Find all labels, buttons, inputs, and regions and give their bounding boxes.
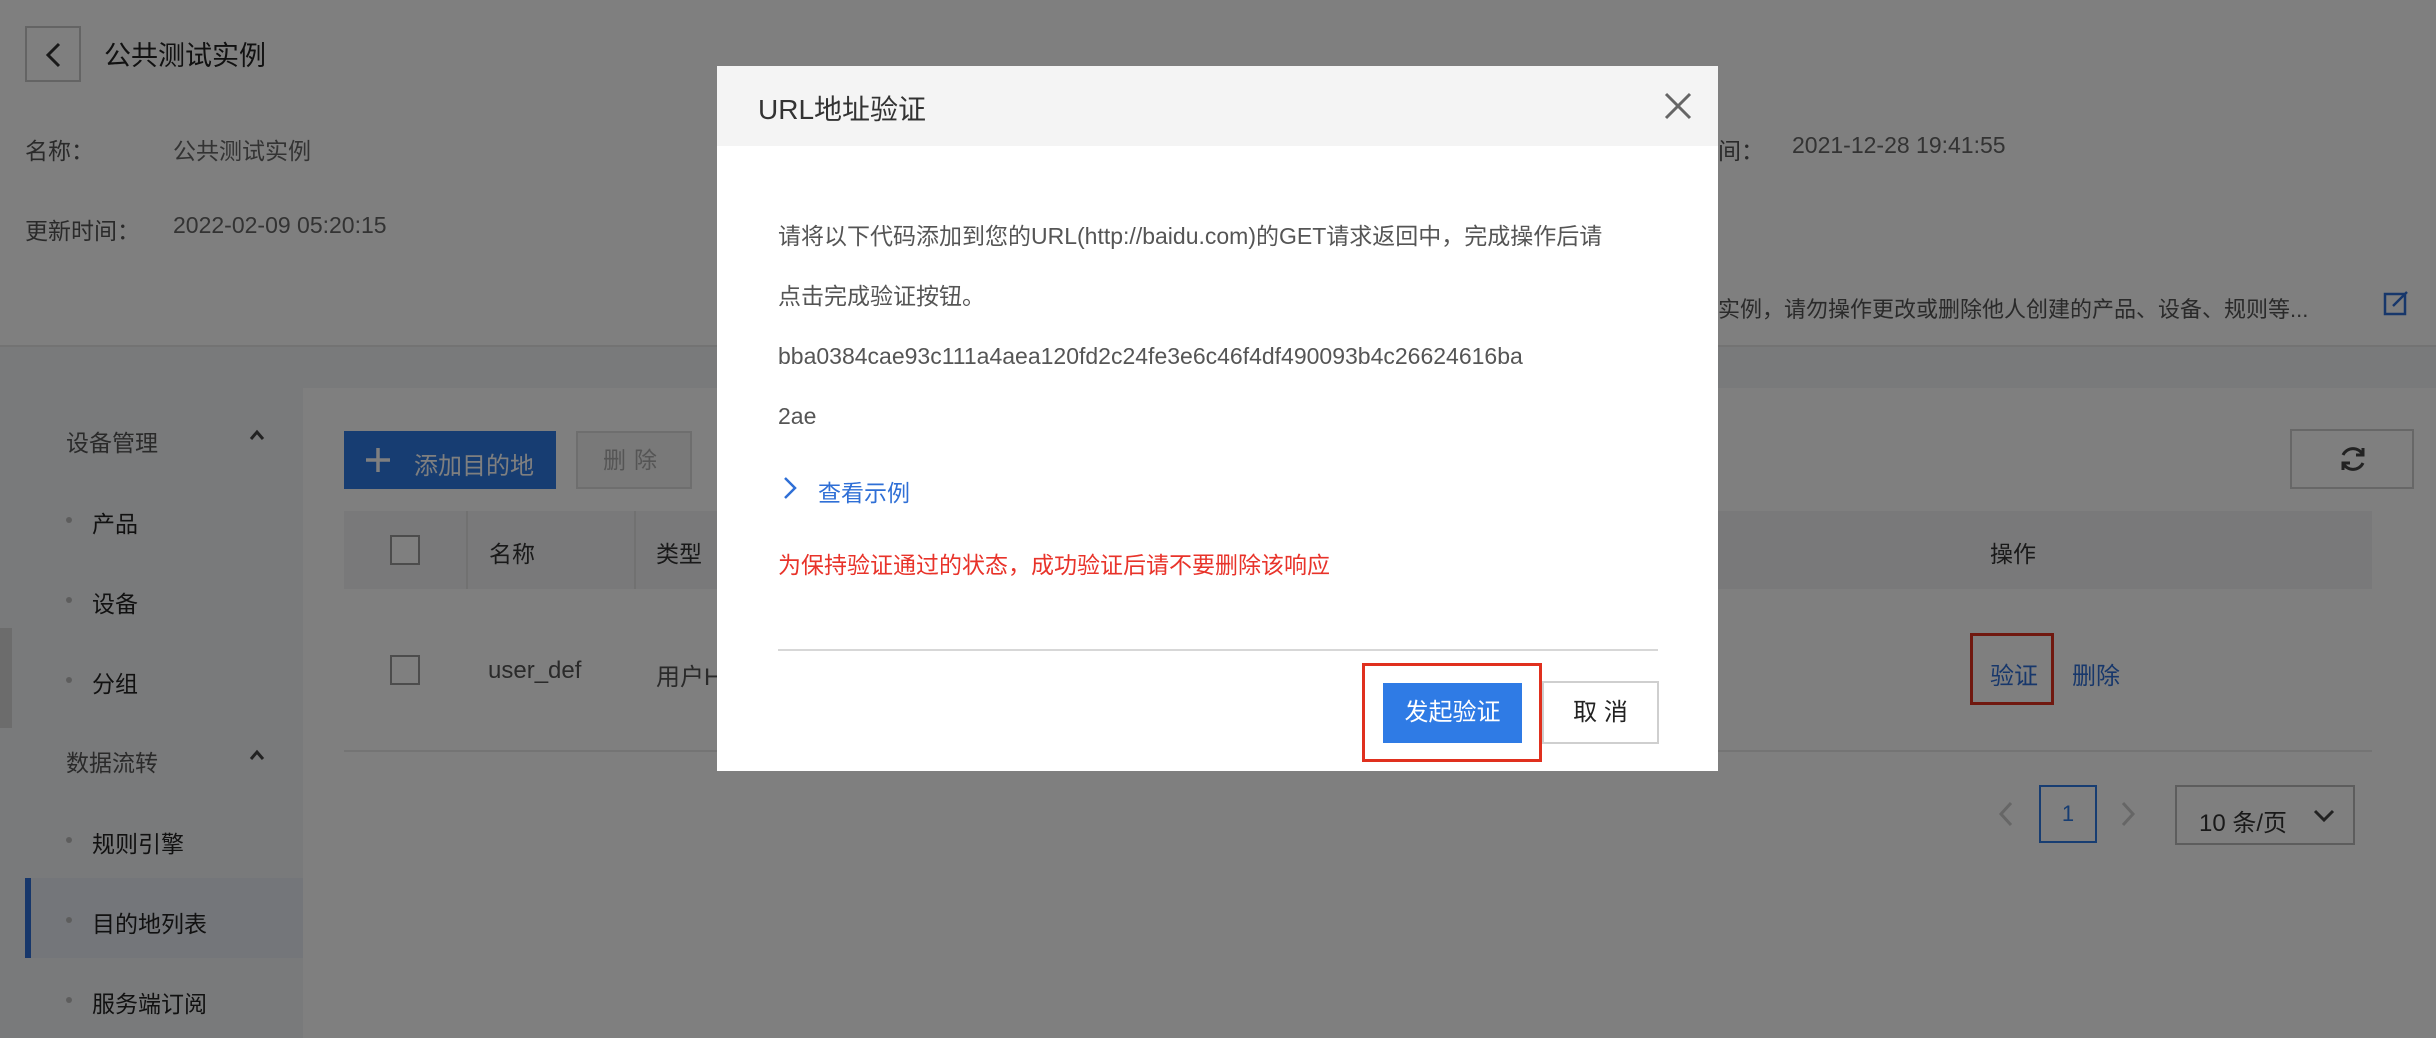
- view-example-link[interactable]: 查看示例: [818, 474, 910, 508]
- verification-code-line-2: 2ae: [778, 403, 817, 429]
- close-icon[interactable]: [1662, 90, 1694, 122]
- chevron-right-icon[interactable]: [782, 476, 798, 505]
- verification-code-line-1: bba0384cae93c111a4aea120fd2c24fe3e6c46f4…: [778, 343, 1523, 369]
- cancel-button[interactable]: 取 消: [1542, 681, 1659, 744]
- url-verification-dialog: URL地址验证 请将以下代码添加到您的URL(http://baidu.com)…: [717, 66, 1718, 771]
- warning-text: 为保持验证通过的状态，成功验证后请不要删除该响应: [778, 552, 1330, 578]
- start-verification-button[interactable]: 发起验证: [1383, 683, 1522, 743]
- dialog-divider: [778, 649, 1658, 651]
- dialog-title: URL地址验证: [758, 94, 927, 125]
- instruction-line-2: 点击完成验证按钮。: [778, 283, 985, 309]
- instruction-line-1: 请将以下代码添加到您的URL(http://baidu.com)的GET请求返回…: [778, 223, 1603, 249]
